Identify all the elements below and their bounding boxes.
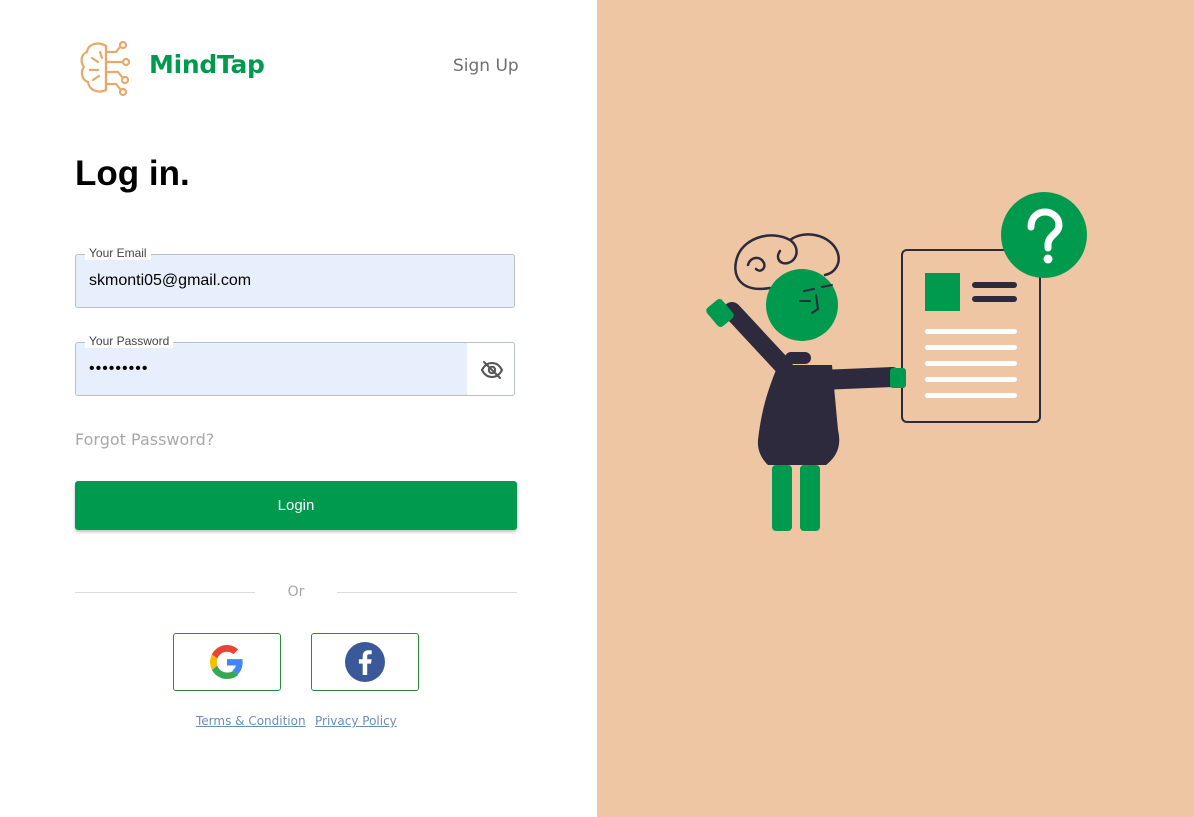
signup-link[interactable]: Sign Up bbox=[453, 56, 519, 76]
facebook-icon bbox=[345, 642, 385, 682]
brand-name: MindTap bbox=[149, 50, 265, 79]
email-input[interactable] bbox=[76, 255, 514, 307]
eye-off-icon[interactable] bbox=[480, 358, 504, 382]
email-field: Your Email bbox=[75, 246, 515, 308]
google-login-button[interactable] bbox=[173, 633, 281, 691]
forgot-password-link[interactable]: Forgot Password? bbox=[75, 430, 214, 449]
page-title: Log in. bbox=[75, 154, 190, 193]
divider-right bbox=[337, 592, 517, 593]
terms-link[interactable]: Terms & Condition bbox=[196, 714, 306, 728]
google-icon bbox=[210, 645, 243, 679]
password-input[interactable] bbox=[76, 343, 467, 395]
brain-circuit-icon bbox=[80, 40, 131, 97]
divider-label: Or bbox=[287, 584, 305, 600]
password-field: Your Password bbox=[75, 334, 515, 396]
login-button[interactable]: Login bbox=[75, 481, 517, 530]
divider-left bbox=[75, 592, 255, 593]
facebook-login-button[interactable] bbox=[311, 633, 419, 691]
person-with-document-illustration bbox=[706, 192, 1087, 531]
login-panel: MindTap Sign Up Log in. Your Email Your … bbox=[0, 0, 597, 817]
privacy-link[interactable]: Privacy Policy bbox=[315, 714, 397, 728]
